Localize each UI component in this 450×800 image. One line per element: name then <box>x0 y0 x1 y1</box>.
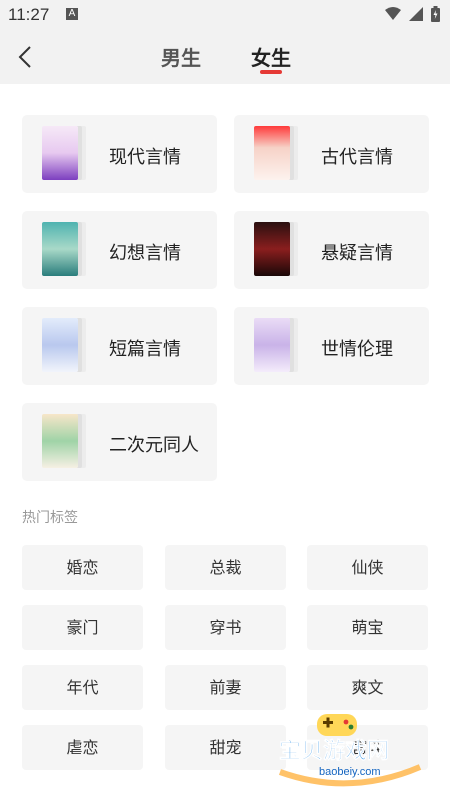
genre-label: 短篇言情 <box>109 339 181 360</box>
genre-label: 二次元同人 <box>109 435 199 456</box>
tag-button[interactable]: 穿书 <box>165 605 286 650</box>
watermark: 宝贝游戏网 baobeiy.com <box>275 712 425 792</box>
genre-card[interactable]: 悬疑言情 <box>234 211 429 289</box>
hot-tags-title: 热门标签 <box>22 510 78 526</box>
nav-bar: 男生 女生 <box>0 32 450 84</box>
watermark-url: baobeiy.com <box>319 766 381 778</box>
signal-icon <box>409 7 423 21</box>
genre-card[interactable]: 现代言情 <box>22 115 217 193</box>
status-time: 11:27 <box>8 5 50 24</box>
genre-label: 世情伦理 <box>321 339 393 360</box>
tab-male[interactable]: 男生 <box>161 42 201 71</box>
tag-button[interactable]: 前妻 <box>165 665 286 710</box>
tag-button[interactable]: 虐恋 <box>22 725 143 770</box>
genre-label: 幻想言情 <box>109 243 181 264</box>
tag-button[interactable]: 甜宠 <box>165 725 286 770</box>
tag-button[interactable]: 总裁 <box>165 545 286 590</box>
watermark-text: 宝贝游戏网 <box>279 738 389 764</box>
genre-card[interactable]: 短篇言情 <box>22 307 217 385</box>
tag-button[interactable]: 爽文 <box>307 665 428 710</box>
tag-button[interactable]: 仙侠 <box>307 545 428 590</box>
book-cover <box>42 126 78 180</box>
genre-card[interactable]: 幻想言情 <box>22 211 217 289</box>
wifi-icon <box>385 7 401 20</box>
genre-card[interactable]: 二次元同人 <box>22 403 217 481</box>
book-cover <box>254 222 290 276</box>
active-tab-indicator <box>260 70 282 74</box>
status-icons <box>385 6 440 22</box>
genre-label: 古代言情 <box>321 147 393 168</box>
tag-button[interactable]: 婚恋 <box>22 545 143 590</box>
book-cover <box>42 414 78 468</box>
status-indicator: A <box>66 8 78 20</box>
chevron-left-icon <box>18 46 31 68</box>
tag-button[interactable]: 萌宝 <box>307 605 428 650</box>
battery-icon <box>431 6 440 22</box>
genre-card[interactable]: 世情伦理 <box>234 307 429 385</box>
genre-label: 悬疑言情 <box>321 243 393 264</box>
genre-label: 现代言情 <box>109 147 181 168</box>
back-button[interactable] <box>10 42 40 72</box>
book-cover <box>42 222 78 276</box>
tag-button[interactable]: 年代 <box>22 665 143 710</box>
book-cover <box>254 318 290 372</box>
tab-female[interactable]: 女生 <box>251 42 291 71</box>
tag-button[interactable]: 豪门 <box>22 605 143 650</box>
status-bar: 11:27 A <box>0 0 450 32</box>
book-cover <box>42 318 78 372</box>
genre-card[interactable]: 古代言情 <box>234 115 429 193</box>
watermark-logo: 宝贝游戏网 baobeiy.com <box>279 714 422 787</box>
book-cover <box>254 126 290 180</box>
